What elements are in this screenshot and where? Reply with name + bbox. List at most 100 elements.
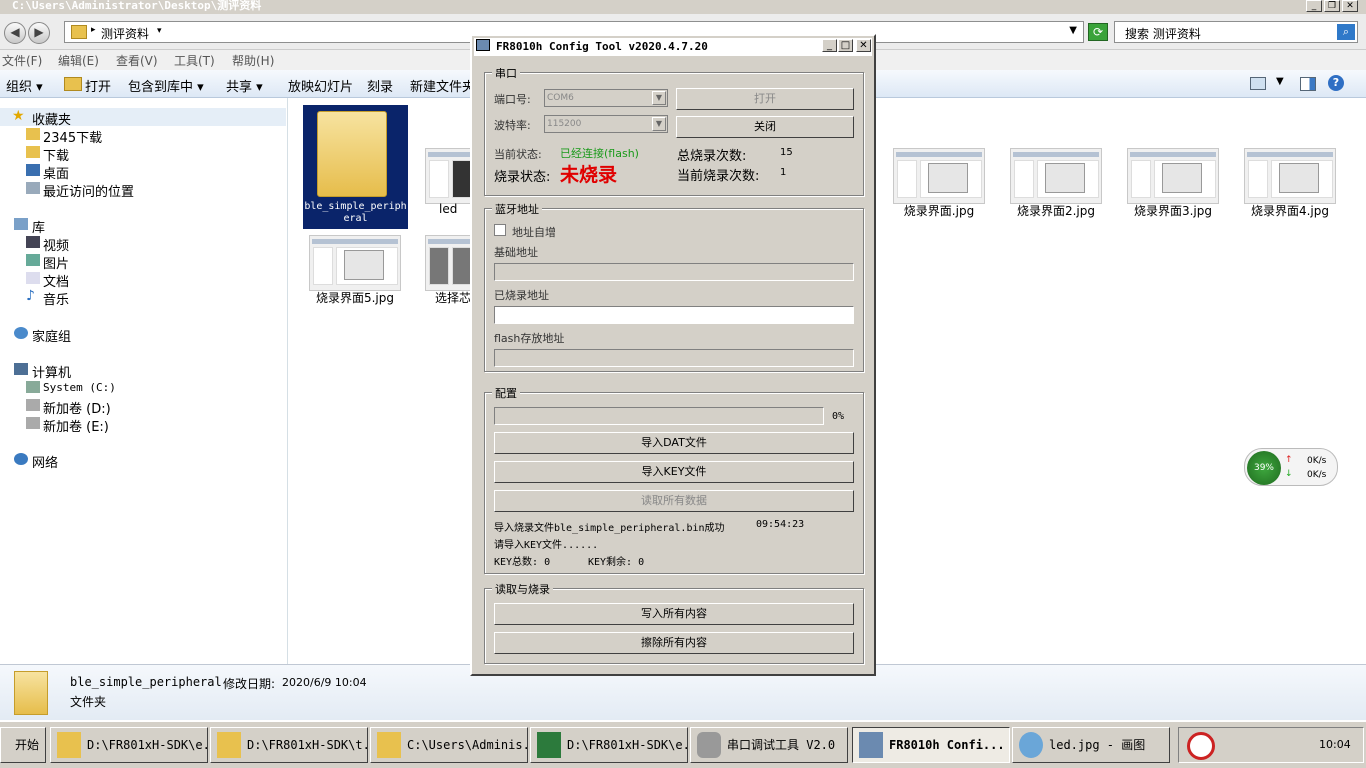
file-label[interactable]: 烧录界面4.jpg bbox=[1230, 202, 1350, 219]
nav-item-recent[interactable]: 最近访问的位置 bbox=[43, 181, 134, 200]
menu-help[interactable]: 帮助(H) bbox=[232, 52, 274, 69]
refresh-icon[interactable]: ⟳ bbox=[1088, 23, 1108, 41]
import-key-button[interactable]: 导入KEY文件 bbox=[494, 461, 854, 483]
file-label[interactable]: 烧录界面5.jpg bbox=[295, 289, 415, 306]
help-icon[interactable]: ? bbox=[1328, 75, 1344, 91]
nav-drive-c[interactable]: System (C:) bbox=[43, 381, 116, 394]
base-address-field[interactable] bbox=[494, 263, 854, 281]
library-icon bbox=[14, 218, 28, 230]
auto-increment-checkbox[interactable] bbox=[494, 224, 506, 236]
port-select[interactable]: COM6 ▼ bbox=[544, 89, 668, 107]
menu-edit[interactable]: 编辑(E) bbox=[58, 52, 99, 69]
folder-icon bbox=[317, 111, 387, 197]
nav-drive-d[interactable]: 新加卷 (D:) bbox=[43, 398, 111, 417]
taskbar-item-label: FR8010h Confi... bbox=[889, 738, 1005, 752]
nav-drive-e[interactable]: 新加卷 (E:) bbox=[43, 416, 109, 435]
network-icon bbox=[14, 453, 28, 465]
tray-icon[interactable] bbox=[1187, 732, 1215, 760]
cpu-percent: 39% bbox=[1247, 451, 1281, 485]
share-button[interactable]: 共享 ▾ bbox=[226, 76, 263, 95]
menu-tools[interactable]: 工具(T) bbox=[174, 52, 215, 69]
file-thumbnail[interactable] bbox=[1010, 148, 1102, 204]
menu-view[interactable]: 查看(V) bbox=[116, 52, 158, 69]
include-in-library-button[interactable]: 包含到库中 ▾ bbox=[128, 76, 204, 95]
clock[interactable]: 10:04 bbox=[1319, 738, 1351, 751]
taskbar-item[interactable]: C:\Users\Adminis... bbox=[370, 727, 528, 763]
chevron-down-icon[interactable]: ▼ bbox=[652, 91, 666, 105]
file-label[interactable]: 烧录界面2.jpg bbox=[996, 202, 1116, 219]
search-placeholder: 搜索 测评资料 bbox=[1125, 27, 1201, 41]
taskbar-item-label: C:\Users\Adminis... bbox=[407, 738, 527, 752]
nav-item-videos[interactable]: 视频 bbox=[43, 235, 69, 254]
address-dropdown-icon[interactable]: ▼ bbox=[1069, 25, 1077, 36]
star-icon: ★ bbox=[12, 108, 25, 124]
log-line-1-time: 09:54:23 bbox=[756, 519, 805, 530]
taskbar-item[interactable]: led.jpg - 画图 bbox=[1012, 727, 1170, 763]
file-thumbnail[interactable] bbox=[1127, 148, 1219, 204]
open-button[interactable]: 打开 bbox=[85, 76, 111, 95]
minimize-icon[interactable]: _ bbox=[1306, 0, 1322, 12]
nav-favorites[interactable]: 收藏夹 bbox=[32, 109, 71, 128]
nav-item-2345[interactable]: 2345下载 bbox=[43, 127, 102, 146]
details-name: ble_simple_peripheral bbox=[70, 675, 222, 689]
new-folder-button[interactable]: 新建文件夹 bbox=[410, 76, 475, 95]
maximize-icon[interactable]: □ bbox=[838, 39, 853, 52]
computer-icon bbox=[14, 363, 28, 375]
close-port-button[interactable]: 关闭 bbox=[676, 116, 854, 138]
nav-computer[interactable]: 计算机 bbox=[32, 362, 71, 381]
file-label[interactable]: 烧录界面.jpg bbox=[879, 202, 999, 219]
nav-item-documents[interactable]: 文档 bbox=[43, 271, 69, 290]
search-input[interactable]: 搜索 测评资料 ⌕ bbox=[1114, 21, 1358, 43]
chevron-right-icon[interactable]: ▸ bbox=[91, 25, 96, 35]
restore-icon[interactable]: ❐ bbox=[1324, 0, 1340, 12]
start-button[interactable]: 开始 bbox=[0, 727, 46, 763]
open-port-button[interactable]: 打开 bbox=[676, 88, 854, 110]
video-icon bbox=[26, 236, 40, 248]
view-dropdown-icon[interactable]: ▼ bbox=[1276, 76, 1284, 87]
nav-item-music[interactable]: 音乐 bbox=[43, 289, 69, 308]
preview-pane-icon[interactable] bbox=[1300, 77, 1316, 91]
slideshow-button[interactable]: 放映幻灯片 bbox=[288, 76, 353, 95]
taskbar-item-label: D:\FR801xH-SDK\t... bbox=[247, 738, 367, 752]
baud-select[interactable]: 115200 ▼ bbox=[544, 115, 668, 133]
burn-button[interactable]: 刻录 bbox=[367, 76, 393, 95]
organize-button[interactable]: 组织 ▾ bbox=[6, 76, 43, 95]
file-label[interactable]: 选择芯 bbox=[435, 289, 475, 306]
network-meter[interactable]: 39% ↑ ↓ 0K/s 0K/s bbox=[1244, 448, 1338, 486]
file-thumbnail[interactable] bbox=[1244, 148, 1336, 204]
burned-address-field[interactable] bbox=[494, 306, 854, 324]
file-label[interactable]: 烧录界面3.jpg bbox=[1113, 202, 1233, 219]
erase-all-button[interactable]: 擦除所有内容 bbox=[494, 632, 854, 654]
chevron-down-icon[interactable]: ▾ bbox=[157, 26, 162, 36]
selected-folder-item[interactable]: ble_simple_peripheral bbox=[303, 105, 408, 229]
nav-homegroup[interactable]: 家庭组 bbox=[32, 326, 71, 345]
taskbar-item[interactable]: D:\FR801xH-SDK\e... bbox=[530, 727, 688, 763]
close-icon[interactable]: ✕ bbox=[856, 39, 871, 52]
import-dat-button[interactable]: 导入DAT文件 bbox=[494, 432, 854, 454]
key-total: KEY总数: 0 bbox=[494, 557, 551, 568]
taskbar-item[interactable]: D:\FR801xH-SDK\e... bbox=[50, 727, 208, 763]
file-thumbnail[interactable] bbox=[893, 148, 985, 204]
taskbar-item-active[interactable]: FR8010h Confi... bbox=[852, 727, 1010, 763]
nav-item-desktop[interactable]: 桌面 bbox=[43, 163, 69, 182]
close-icon[interactable]: ✕ bbox=[1342, 0, 1358, 12]
taskbar-item[interactable]: 串口调试工具 V2.0 bbox=[690, 727, 848, 763]
nav-item-pictures[interactable]: 图片 bbox=[43, 253, 69, 272]
minimize-icon[interactable]: _ bbox=[822, 39, 837, 52]
nav-item-downloads[interactable]: 下载 bbox=[43, 145, 69, 164]
menu-file[interactable]: 文件(F) bbox=[2, 52, 42, 69]
search-icon[interactable]: ⌕ bbox=[1337, 24, 1355, 40]
taskbar-item[interactable]: D:\FR801xH-SDK\t... bbox=[210, 727, 368, 763]
folder-icon bbox=[26, 128, 40, 140]
breadcrumb[interactable]: 测评资料 bbox=[101, 25, 149, 42]
nav-network[interactable]: 网络 bbox=[32, 452, 58, 471]
read-all-button[interactable]: 读取所有数据 bbox=[494, 490, 854, 512]
flash-address-field[interactable] bbox=[494, 349, 854, 367]
write-all-button[interactable]: 写入所有内容 bbox=[494, 603, 854, 625]
file-thumbnail[interactable] bbox=[309, 235, 401, 291]
chevron-down-icon[interactable]: ▼ bbox=[652, 117, 666, 131]
view-options-icon[interactable] bbox=[1250, 77, 1266, 90]
back-icon[interactable]: ◀ bbox=[4, 22, 26, 44]
nav-libraries[interactable]: 库 bbox=[32, 217, 45, 236]
forward-icon[interactable]: ▶ bbox=[28, 22, 50, 44]
